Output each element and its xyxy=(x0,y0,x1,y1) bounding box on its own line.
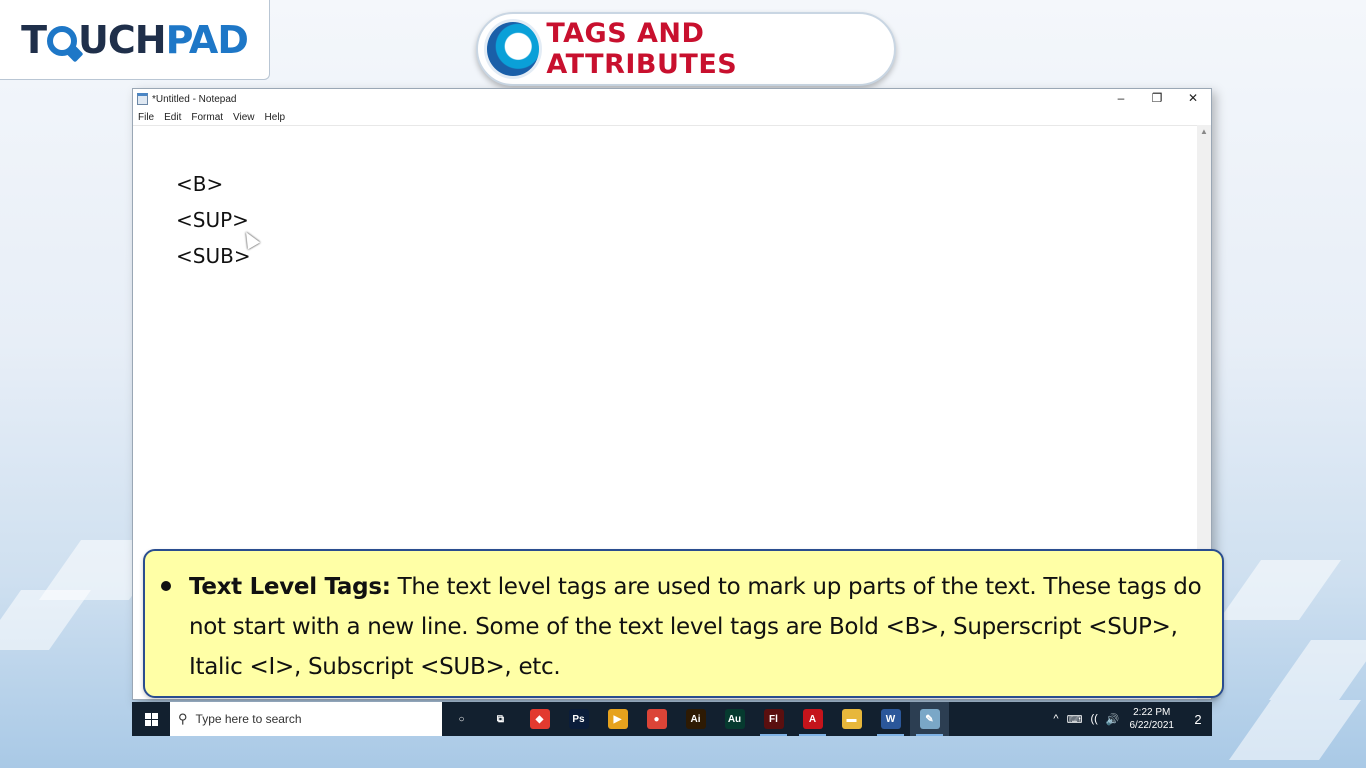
callout-term: Text Level Tags: xyxy=(189,574,391,600)
taskbar-acrobat-button[interactable]: A xyxy=(793,702,832,736)
cortana-icon: ○ xyxy=(458,713,465,725)
close-button[interactable]: ✕ xyxy=(1175,89,1211,109)
search-icon: ⚲ xyxy=(178,711,188,726)
editor-line: <B> xyxy=(176,172,224,196)
menu-edit[interactable]: Edit xyxy=(164,112,181,123)
taskbar-illustrator-button[interactable]: Ai xyxy=(676,702,715,736)
taskbar-apps: ○ ⧉ ◆ Ps ▶ ● Ai Au Fl A ▬ W ✎ xyxy=(442,702,949,736)
wifi-icon[interactable]: (( xyxy=(1090,713,1097,725)
taskbar-clock[interactable]: 2:22 PM 6/22/2021 xyxy=(1130,706,1175,732)
callout-text: Text Level Tags: The text level tags are… xyxy=(189,567,1202,687)
window-title: *Untitled - Notepad xyxy=(152,93,237,105)
logo-touch-icon xyxy=(47,25,78,56)
taskbar-search[interactable]: ⚲ Type here to search xyxy=(170,702,442,736)
menu-format[interactable]: Format xyxy=(191,112,223,123)
anydesk-icon: ◆ xyxy=(529,709,550,729)
system-tray: ^ ⌨ (( 🔊 2:22 PM 6/22/2021 2 xyxy=(1049,702,1212,736)
clock-date: 6/22/2021 xyxy=(1129,720,1175,731)
explanation-callout: Text Level Tags: The text level tags are… xyxy=(143,549,1224,698)
acrobat-icon: A xyxy=(802,709,823,729)
taskbar-word-button[interactable]: W xyxy=(871,702,910,736)
notepad-icon: ✎ xyxy=(919,709,940,729)
illustrator-icon: Ai xyxy=(685,709,706,729)
file-explorer-icon: ▬ xyxy=(841,709,862,729)
taskbar: ⚲ Type here to search ○ ⧉ ◆ Ps ▶ ● Ai Au Fl A ▬ W ✎ … xyxy=(132,702,1212,736)
clock-time: 2:22 PM xyxy=(1133,707,1171,718)
media-player-icon: ▶ xyxy=(607,709,628,729)
menu-help[interactable]: Help xyxy=(265,112,286,123)
word-icon: W xyxy=(880,709,901,729)
taskbar-audition-button[interactable]: Au xyxy=(715,702,754,736)
taskbar-chrome-button[interactable]: ● xyxy=(637,702,676,736)
editor-line: <SUP> xyxy=(176,208,249,232)
minimize-button[interactable]: – xyxy=(1103,89,1139,109)
task-view-icon: ⧉ xyxy=(496,713,505,725)
scroll-up-arrow-icon[interactable]: ▲ xyxy=(1197,125,1211,139)
slide-title: TAGS AND ATTRIBUTES xyxy=(546,18,738,80)
network-icon[interactable]: ⌨ xyxy=(1067,713,1083,726)
notification-center-icon[interactable]: 2 xyxy=(1184,712,1212,727)
chrome-icon: ● xyxy=(646,709,667,729)
window-controls: – ❐ ✕ xyxy=(1103,89,1211,109)
taskbar-cortana-button[interactable]: ○ xyxy=(442,702,481,736)
tray-chevron-icon[interactable]: ^ xyxy=(1053,713,1058,725)
restore-button[interactable]: ❐ xyxy=(1139,89,1175,109)
editor-line: <SUB> xyxy=(176,244,251,268)
volume-icon[interactable]: 🔊 xyxy=(1106,713,1120,726)
edge-emblem-icon xyxy=(484,19,543,79)
taskbar-file-explorer-button[interactable]: ▬ xyxy=(832,702,871,736)
taskbar-media-player-button[interactable]: ▶ xyxy=(598,702,637,736)
search-placeholder: Type here to search xyxy=(195,712,302,726)
taskbar-notepad-button[interactable]: ✎ xyxy=(910,702,949,736)
taskbar-anydesk-button[interactable]: ◆ xyxy=(520,702,559,736)
photoshop-icon: Ps xyxy=(568,709,589,729)
menu-bar: File Edit Format View Help xyxy=(133,109,1211,125)
logo-text: T UCHPAD xyxy=(21,17,249,62)
taskbar-flash-button[interactable]: Fl xyxy=(754,702,793,736)
start-button[interactable] xyxy=(132,702,170,736)
slide-title-banner: TAGS AND ATTRIBUTES xyxy=(476,12,896,86)
flash-icon: Fl xyxy=(763,709,784,729)
audition-icon: Au xyxy=(724,709,745,729)
notepad-icon xyxy=(137,93,148,105)
windows-logo-icon xyxy=(144,712,158,726)
touchpad-logo: T UCHPAD xyxy=(0,0,270,80)
menu-view[interactable]: View xyxy=(233,112,255,123)
window-titlebar[interactable]: *Untitled - Notepad – ❐ ✕ xyxy=(133,89,1211,109)
taskbar-photoshop-button[interactable]: Ps xyxy=(559,702,598,736)
bullet-icon xyxy=(161,581,171,591)
taskbar-task-view-button[interactable]: ⧉ xyxy=(481,702,520,736)
menu-file[interactable]: File xyxy=(138,112,154,123)
notification-count: 2 xyxy=(1194,711,1202,727)
